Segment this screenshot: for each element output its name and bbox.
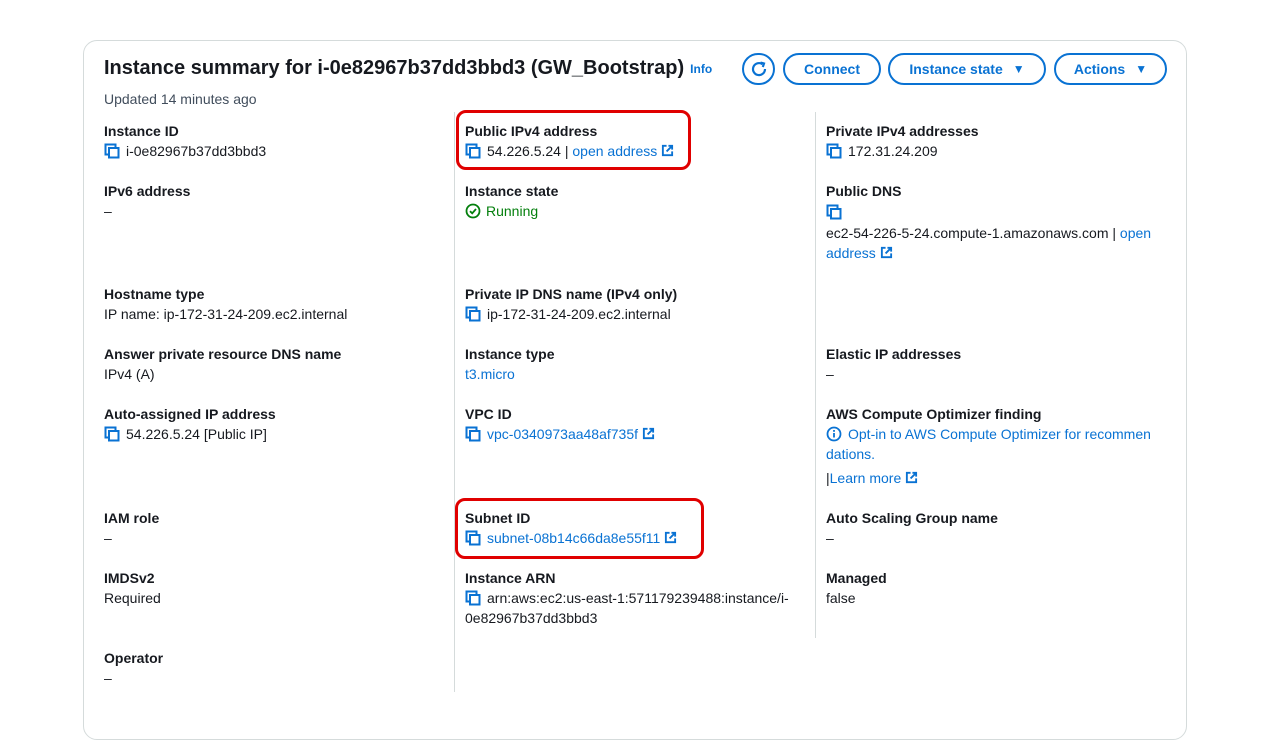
copy-icon[interactable]	[826, 204, 842, 220]
field-label: Private IPv4 addresses	[826, 123, 979, 139]
column-divider	[454, 112, 455, 692]
field-elastic-ip: Elastic IP addresses –	[826, 344, 961, 384]
operator-value: –	[104, 670, 112, 686]
field-asg-name: Auto Scaling Group name –	[826, 508, 998, 548]
field-label: IAM role	[104, 510, 160, 526]
vpc-id-value: vpc-0340973aa48af735f	[487, 426, 639, 442]
field-operator: Operator –	[104, 648, 163, 688]
refresh-icon	[751, 61, 766, 77]
field-imdsv2: IMDSv2 Required	[104, 568, 161, 608]
vpc-id-link[interactable]: vpc-0340973aa48af735f	[487, 424, 655, 444]
field-vpc-id: VPC ID vpc-0340973aa48af735f	[465, 404, 655, 444]
hostname-type-value: IP name: ip-172-31-24-209.ec2.internal	[104, 306, 348, 322]
field-label: Managed	[826, 570, 887, 586]
field-label: Instance type	[465, 346, 555, 362]
updated-timestamp: Updated 14 minutes ago	[104, 91, 257, 107]
separator: |	[1108, 225, 1120, 241]
field-instance-type: Instance type t3.micro	[465, 344, 554, 384]
field-compute-optimizer: AWS Compute Optimizer finding Opt-in to …	[826, 404, 1171, 488]
field-label: Instance state	[465, 183, 559, 199]
field-label: Auto-assigned IP address	[104, 406, 276, 422]
field-label: Hostname type	[104, 286, 205, 302]
page-title-text: Instance summary for i-0e82967b37dd3bbd3…	[104, 57, 685, 79]
instance-arn-line2: 0e82967b37dd3bbd3	[465, 610, 598, 626]
external-link-icon	[880, 246, 893, 259]
copy-icon[interactable]	[465, 306, 481, 322]
field-private-ip-dns: Private IP DNS name (IPv4 only) ip-172-3…	[465, 284, 677, 324]
connect-label: Connect	[804, 61, 860, 77]
field-label: Public DNS	[826, 183, 902, 199]
field-instance-state: Instance state Running	[465, 181, 558, 221]
optimizer-opt-in-link[interactable]: Opt-in to AWS Compute Optimizer for reco…	[826, 424, 1171, 444]
managed-value: false	[826, 590, 856, 606]
auto-assigned-ip-value: 54.226.5.24 [Public IP]	[126, 426, 267, 442]
field-auto-assigned-ip: Auto-assigned IP address 54.226.5.24 [Pu…	[104, 404, 276, 444]
field-private-ipv4: Private IPv4 addresses 172.31.24.209	[826, 121, 979, 161]
instance-state-label: Instance state	[909, 61, 1003, 77]
copy-icon[interactable]	[465, 426, 481, 442]
external-link-icon	[642, 427, 655, 440]
iam-role-value: –	[104, 530, 112, 546]
field-label: IMDSv2	[104, 570, 155, 586]
instance-state-button[interactable]: Instance state ▼	[888, 53, 1046, 85]
elastic-ip-value: –	[826, 366, 834, 382]
caret-down-icon: ▼	[1012, 62, 1025, 76]
field-instance-arn: Instance ARN arn:aws:ec2:us-east-1:57117…	[465, 568, 810, 628]
field-label: IPv6 address	[104, 183, 191, 199]
field-label: Answer private resource DNS name	[104, 346, 342, 362]
page-title: Instance summary for i-0e82967b37dd3bbd3…	[104, 57, 712, 80]
instance-type-link[interactable]: t3.micro	[465, 364, 554, 384]
imdsv2-value: Required	[104, 590, 161, 606]
copy-icon[interactable]	[826, 143, 842, 159]
public-dns-value: ec2-54-226-5-24.compute-1.amazonaws.com	[826, 225, 1109, 241]
field-label: Instance ID	[104, 123, 179, 139]
actions-label: Actions	[1073, 61, 1126, 77]
field-label: Instance ARN	[465, 570, 556, 586]
field-ipv6: IPv6 address –	[104, 181, 190, 221]
learn-more-link[interactable]: Learn more	[830, 468, 919, 488]
field-answer-dns: Answer private resource DNS name IPv4 (A…	[104, 344, 341, 384]
answer-dns-value: IPv4 (A)	[104, 366, 155, 382]
asg-name-value: –	[826, 530, 834, 546]
highlight-subnet-id	[455, 498, 704, 559]
learn-more-text: Learn more	[829, 470, 902, 486]
field-label: Auto Scaling Group name	[826, 510, 998, 526]
info-link[interactable]: Info	[690, 62, 712, 76]
field-instance-id: Instance ID i-0e82967b37dd3bbd3	[104, 121, 266, 161]
caret-down-icon: ▼	[1135, 62, 1148, 76]
copy-icon[interactable]	[104, 426, 120, 442]
instance-arn-line1: arn:aws:ec2:us-east-1:571179239488:insta…	[487, 590, 789, 606]
field-label: AWS Compute Optimizer finding	[826, 406, 1042, 422]
info-circle-icon	[826, 426, 842, 442]
private-ip-dns-value: ip-172-31-24-209.ec2.internal	[487, 306, 671, 322]
refresh-button[interactable]	[742, 53, 775, 85]
optimizer-line2[interactable]: dations.	[826, 444, 1171, 464]
column-divider	[815, 112, 816, 638]
ipv6-value: –	[104, 203, 112, 219]
field-hostname-type: Hostname type IP name: ip-172-31-24-209.…	[104, 284, 347, 324]
field-managed: Managed false	[826, 568, 887, 608]
highlight-public-ipv4	[456, 110, 691, 170]
copy-icon[interactable]	[465, 590, 481, 606]
field-iam-role: IAM role –	[104, 508, 159, 548]
field-label: Private IP DNS name (IPv4 only)	[465, 286, 678, 302]
field-label: VPC ID	[465, 406, 512, 422]
copy-icon[interactable]	[104, 143, 120, 159]
optimizer-line1: Opt-in to AWS Compute Optimizer for reco…	[848, 426, 1151, 442]
instance-state-value: Running	[486, 203, 539, 219]
instance-id-value: i-0e82967b37dd3bbd3	[126, 143, 267, 159]
field-label: Elastic IP addresses	[826, 346, 962, 362]
actions-button[interactable]: Actions ▼	[1054, 53, 1167, 85]
status-check-icon	[465, 203, 481, 219]
external-link-icon	[905, 471, 918, 484]
private-ipv4-value: 172.31.24.209	[848, 143, 938, 159]
connect-button[interactable]: Connect	[783, 53, 881, 85]
field-public-dns: Public DNS ec2-54-226-5-24.compute-1.ama…	[826, 181, 1171, 263]
field-label: Operator	[104, 650, 164, 666]
